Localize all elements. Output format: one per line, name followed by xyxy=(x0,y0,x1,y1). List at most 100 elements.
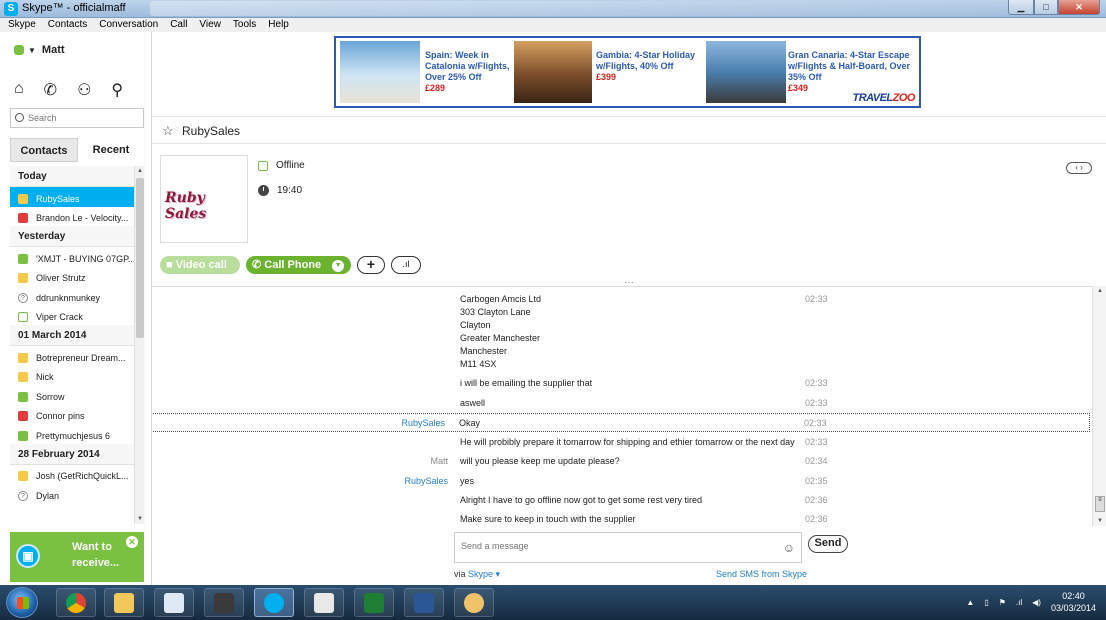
send-sms-link[interactable]: Send SMS from Skype xyxy=(716,569,807,579)
chat-message[interactable]: RubySales Okay 02:33 xyxy=(152,413,1090,432)
folder-icon xyxy=(114,592,134,613)
phone-icon[interactable]: ✆ xyxy=(44,80,57,100)
scroll-up-icon[interactable]: ▲ xyxy=(137,168,143,174)
tab-contacts[interactable]: Contacts xyxy=(10,138,78,162)
send-button[interactable]: Send xyxy=(808,535,848,553)
message-text: Make sure to keep in touch with the supp… xyxy=(460,514,636,524)
recent-contact-item[interactable]: Botrepreneur Dream... xyxy=(10,346,134,366)
message-compose: ☺ xyxy=(454,532,802,563)
ad-deal-2[interactable]: Gambia: 4-Star Holiday w/Flights, 40% Of… xyxy=(596,50,702,83)
via-service-dropdown[interactable]: Skype ▾ xyxy=(468,569,500,579)
call-phone-button[interactable]: ✆ Call Phone ▼ xyxy=(246,256,351,274)
recent-contact-item[interactable]: Nick xyxy=(10,366,134,386)
close-promo-icon[interactable]: ✕ xyxy=(126,536,138,548)
start-button[interactable] xyxy=(6,587,38,618)
promo-banner[interactable]: ▣ Want to receive... ✕ xyxy=(10,532,144,582)
window-title: Skype™ - officialmaff xyxy=(22,2,126,14)
video-call-button[interactable]: ■ Video call xyxy=(160,256,240,274)
recent-contact-item[interactable]: RubySales xyxy=(10,187,134,207)
ad-image-spain[interactable] xyxy=(340,41,420,103)
menu-tools[interactable]: Tools xyxy=(233,18,256,32)
online-status-icon xyxy=(14,45,24,55)
minimize-button[interactable]: ▁ xyxy=(1008,0,1034,15)
skype-taskbar-button[interactable] xyxy=(254,588,294,617)
menu-call[interactable]: Call xyxy=(170,18,187,32)
excel-taskbar-button[interactable] xyxy=(354,588,394,617)
contact-avatar[interactable]: Ruby Sales xyxy=(160,155,248,243)
add-button[interactable]: + xyxy=(357,256,385,274)
show-hidden-icons-icon[interactable]: ▲ xyxy=(966,598,974,607)
video-camera-icon: ■ xyxy=(166,259,173,271)
tab-recent[interactable]: Recent xyxy=(78,138,144,162)
emoticon-icon[interactable]: ☺ xyxy=(783,541,795,555)
recent-contact-item[interactable]: Prettymuchjesus 6 xyxy=(10,424,134,444)
scroll-down-icon[interactable]: ▼ xyxy=(137,516,143,522)
notepad-icon xyxy=(164,592,184,613)
ad-deal-3[interactable]: Gran Canaria: 4-Star Escape w/Flights & … xyxy=(788,50,920,94)
recent-contact-item[interactable]: Brandon Le - Velocity... xyxy=(10,207,134,227)
menu-view[interactable]: View xyxy=(199,18,221,32)
device-icon[interactable]: ▯ xyxy=(984,598,988,607)
paint-taskbar-button[interactable] xyxy=(454,588,494,617)
recent-contact-item[interactable]: Viper Crack xyxy=(10,306,134,326)
prev-next-arrows[interactable]: ‹ › xyxy=(1066,162,1092,174)
recent-group-header: 28 February 2014 xyxy=(10,443,134,465)
search-input[interactable]: Search xyxy=(10,108,144,128)
flag-icon[interactable]: ⚑ xyxy=(999,598,1006,607)
word-taskbar-button[interactable] xyxy=(404,588,444,617)
menu-skype[interactable]: Skype xyxy=(8,18,36,32)
add-contact-icon[interactable]: ⚲ xyxy=(111,80,123,100)
contact-name: 'XMJT - BUYING 07GP... xyxy=(36,253,134,264)
chrome-taskbar-button[interactable] xyxy=(56,588,96,617)
status-icon xyxy=(18,253,28,264)
message-input[interactable] xyxy=(455,533,755,559)
contact-name: Prettymuchjesus 6 xyxy=(36,430,111,441)
recent-contact-item[interactable]: Josh (GetRichQuickL... xyxy=(10,465,134,485)
home-icon[interactable]: ⌂ xyxy=(14,80,24,100)
menu-conversation[interactable]: Conversation xyxy=(99,18,158,32)
offline-status-icon xyxy=(18,193,28,204)
menu-contacts[interactable]: Contacts xyxy=(48,18,87,32)
network-icon[interactable]: .ıl xyxy=(1016,598,1022,607)
scroll-down-icon[interactable]: ▼ xyxy=(1097,518,1103,524)
contact-tabs: Contacts Recent xyxy=(10,138,144,162)
video-taskbar-button[interactable] xyxy=(204,588,244,617)
recent-contact-item[interactable]: Connor pins xyxy=(10,405,134,425)
menu-help[interactable]: Help xyxy=(268,18,289,32)
favorite-star-icon[interactable]: ☆ xyxy=(162,123,174,139)
skype-logo-icon: S xyxy=(4,2,18,16)
message-text: aswell xyxy=(460,398,486,408)
scroll-up-icon[interactable]: ▲ xyxy=(1097,288,1103,294)
recent-contact-item[interactable]: Oliver Strutz xyxy=(10,267,134,287)
status-icon xyxy=(18,411,28,422)
ad-deal-1[interactable]: Spain: Week in Catalonia w/Flights, Over… xyxy=(425,50,513,94)
recent-contact-item[interactable]: ? Dylan xyxy=(10,484,134,504)
maximize-button[interactable]: □ xyxy=(1034,0,1058,15)
chevron-down-icon: ▼ xyxy=(28,45,36,55)
scroll-thumb[interactable]: ≡ xyxy=(1095,496,1105,512)
chat-history: Carbogen Amcis Ltd 303 Clayton Lane Clay… xyxy=(152,286,1092,526)
group-icon[interactable]: ⚇ xyxy=(77,80,91,100)
taskbar-clock[interactable]: 02:40 03/03/2014 xyxy=(1051,590,1096,614)
contact-name: Brandon Le - Velocity... xyxy=(36,213,129,224)
close-button[interactable]: ✕ xyxy=(1058,0,1100,15)
chevron-down-icon[interactable]: ▼ xyxy=(332,260,345,272)
clock-date: 03/03/2014 xyxy=(1050,603,1096,613)
contact-name: Viper Crack xyxy=(36,312,83,323)
ad-image-gran-canaria[interactable] xyxy=(706,41,786,103)
travel-ad-banner[interactable]: Spain: Week in Catalonia w/Flights, Over… xyxy=(334,36,921,108)
ad-image-gambia[interactable] xyxy=(514,41,592,103)
recent-contact-item[interactable]: 'XMJT - BUYING 07GP... xyxy=(10,247,134,267)
notepad-taskbar-button[interactable] xyxy=(154,588,194,617)
explorer-taskbar-button[interactable] xyxy=(104,588,144,617)
via-prefix: via xyxy=(454,569,466,579)
recent-scrollbar[interactable]: ▲ ▼ xyxy=(134,166,144,524)
recent-contact-item[interactable]: ? ddrunknmunkey xyxy=(10,286,134,306)
scroll-thumb[interactable] xyxy=(136,178,144,338)
call-quality-button[interactable]: .ıl xyxy=(391,256,421,274)
volume-icon[interactable]: ◀) xyxy=(1032,598,1041,607)
chat-scrollbar[interactable]: ▲ ≡ ▼ xyxy=(1092,286,1106,526)
recent-contact-item[interactable]: Sorrow xyxy=(10,385,134,405)
profile-status[interactable]: ▼ Matt xyxy=(14,44,65,56)
java-taskbar-button[interactable] xyxy=(304,588,344,617)
